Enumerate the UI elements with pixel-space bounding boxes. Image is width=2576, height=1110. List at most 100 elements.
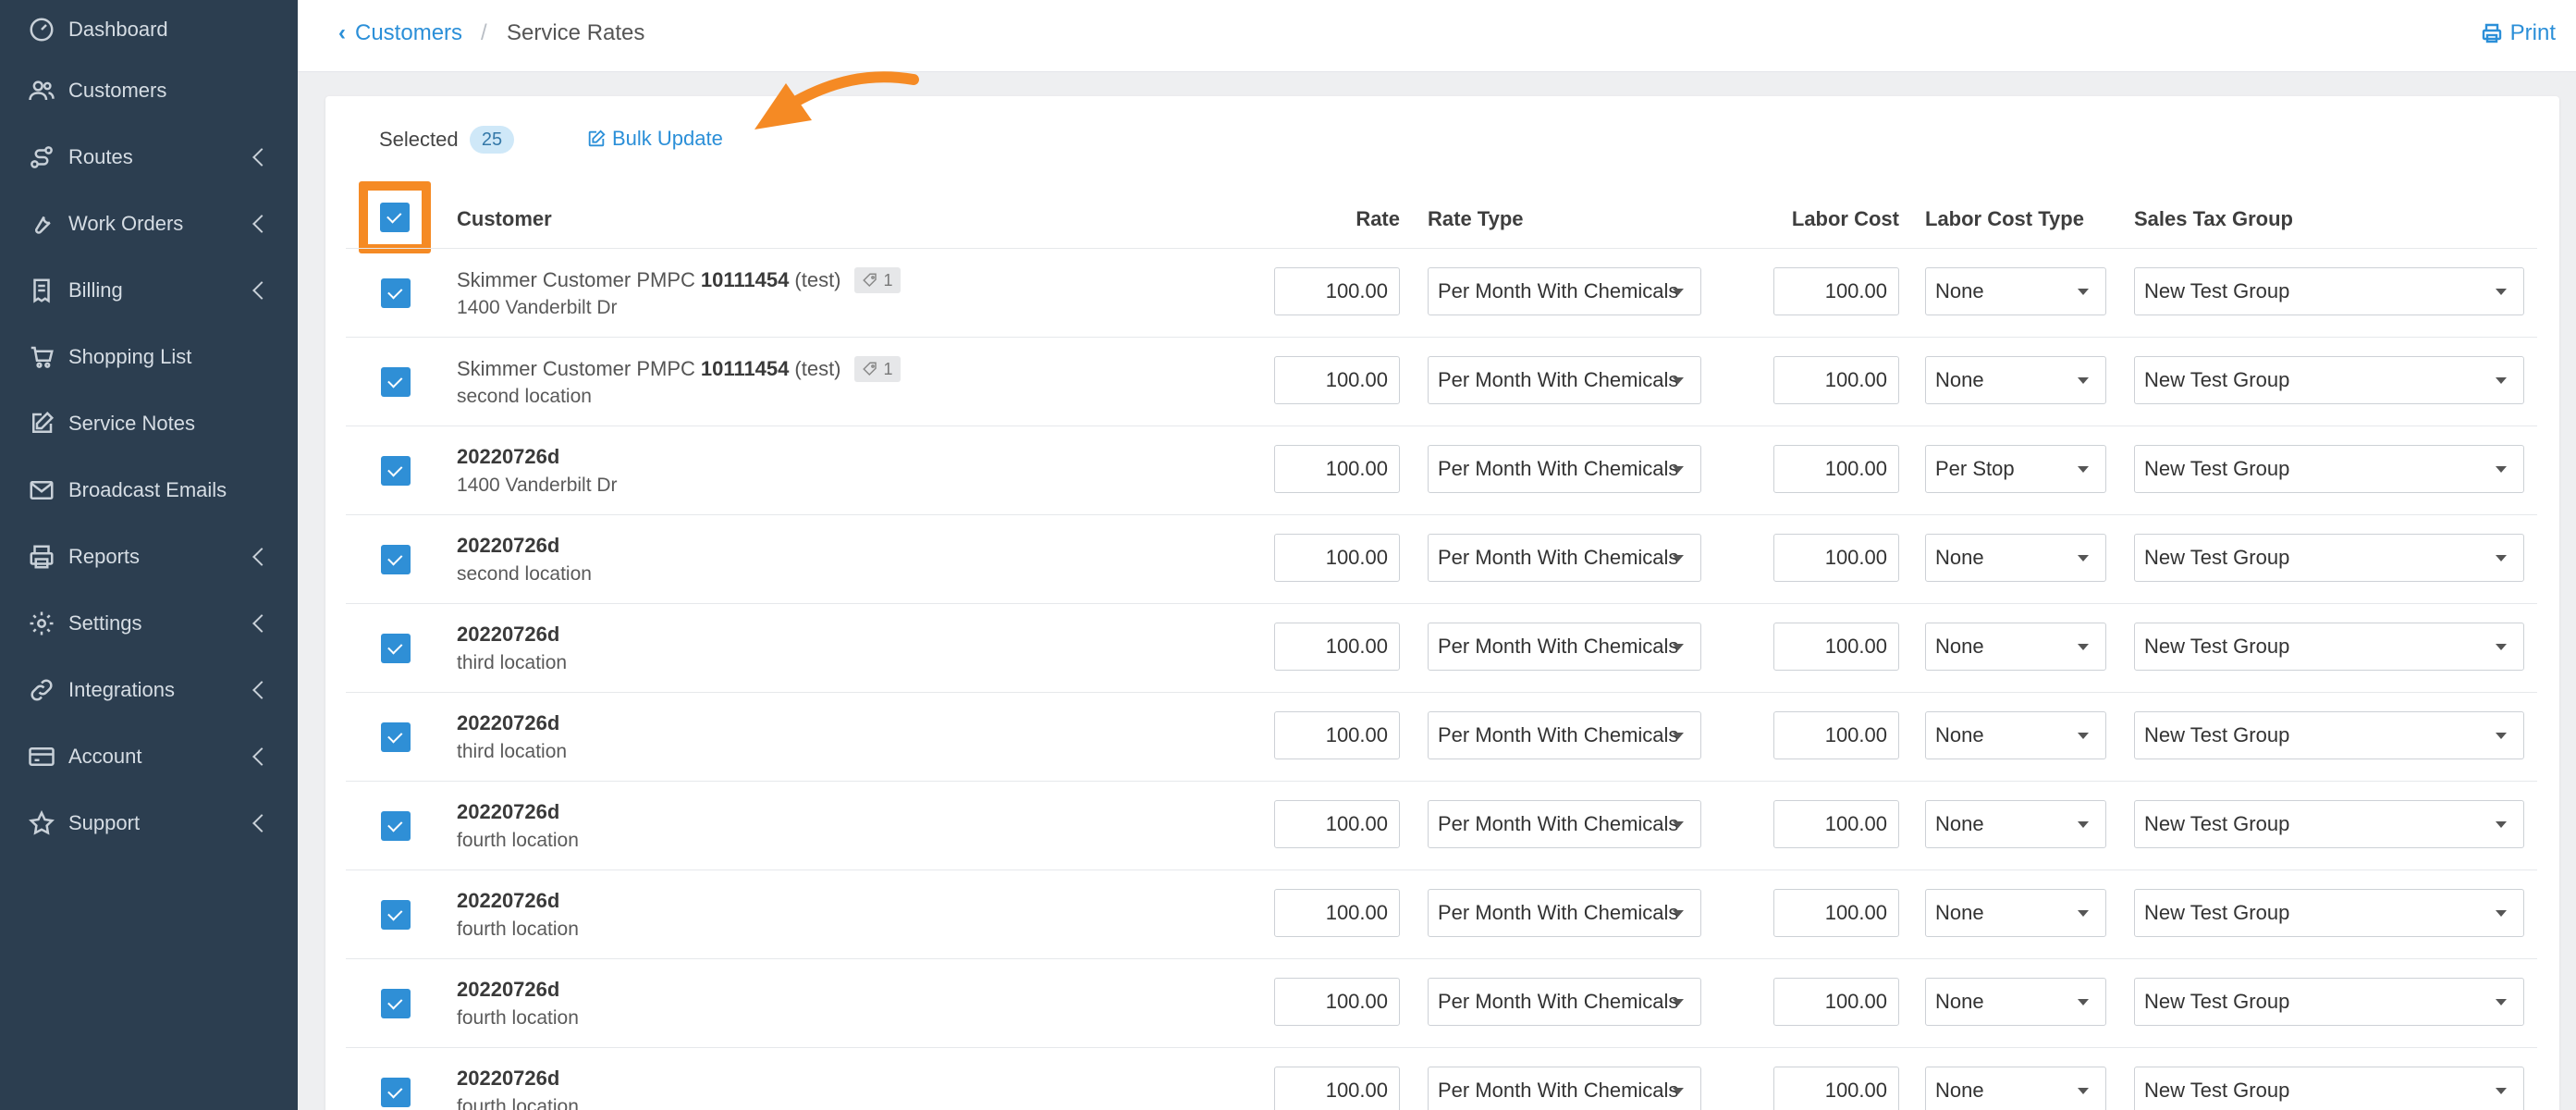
labor-cost-input[interactable]: 100.00 [1773, 1067, 1899, 1110]
rate-input[interactable]: 100.00 [1274, 267, 1400, 315]
rate-input[interactable]: 100.00 [1274, 711, 1400, 759]
sales-tax-group-select[interactable]: New Test Group [2134, 623, 2524, 671]
customer-link[interactable]: 20220726d [457, 800, 559, 824]
rate-type-select[interactable]: Per Month With Chemicals [1428, 978, 1701, 1026]
wrench-icon [26, 208, 57, 240]
sales-tax-group-select[interactable]: New Test Group [2134, 1067, 2524, 1110]
labor-cost-type-select[interactable]: None [1925, 800, 2106, 848]
sales-tax-group-select[interactable]: New Test Group [2134, 889, 2524, 937]
sales-tax-group-select[interactable]: New Test Group [2134, 356, 2524, 404]
sidebar-item-label: Account [68, 745, 142, 768]
print-label: Print [2509, 20, 2556, 45]
sales-tax-group-select[interactable]: New Test Group [2134, 711, 2524, 759]
customer-name-suffix: (test) [794, 357, 841, 380]
rate-input[interactable]: 100.00 [1274, 1067, 1400, 1110]
rate-type-select[interactable]: Per Month With Chemicals [1428, 267, 1701, 315]
sidebar-item-shopping-list[interactable]: Shopping List [0, 324, 298, 390]
labor-cost-type-select[interactable]: None [1925, 623, 2106, 671]
labor-cost-type-select[interactable]: None [1925, 711, 2106, 759]
row-checkbox[interactable] [381, 722, 411, 752]
customer-link[interactable]: 20220726d [457, 711, 559, 735]
rate-type-select[interactable]: Per Month With Chemicals [1428, 534, 1701, 582]
sales-tax-group-select[interactable]: New Test Group [2134, 534, 2524, 582]
labor-cost-type-select[interactable]: None [1925, 267, 2106, 315]
sidebar-item-customers[interactable]: Customers [0, 57, 298, 124]
rate-input[interactable]: 100.00 [1274, 978, 1400, 1026]
print-button[interactable]: Print [2481, 20, 2556, 46]
labor-cost-input[interactable]: 100.00 [1773, 889, 1899, 937]
sidebar-item-work-orders[interactable]: Work Orders [0, 191, 298, 257]
labor-cost-input[interactable]: 100.00 [1773, 800, 1899, 848]
sidebar-item-service-notes[interactable]: Service Notes [0, 390, 298, 457]
sidebar-item-reports[interactable]: Reports [0, 524, 298, 590]
rate-input[interactable]: 100.00 [1274, 445, 1400, 493]
rate-input[interactable]: 100.00 [1274, 534, 1400, 582]
customer-link[interactable]: 20220726d [457, 978, 559, 1002]
labor-cost-input[interactable]: 100.00 [1773, 267, 1899, 315]
rate-input[interactable]: 100.00 [1274, 623, 1400, 671]
sidebar-item-broadcast-emails[interactable]: Broadcast Emails [0, 457, 298, 524]
sidebar-item-label: Reports [68, 545, 141, 568]
rate-type-select[interactable]: Per Month With Chemicals [1428, 889, 1701, 937]
caret-down-icon [2496, 377, 2507, 384]
sales-tax-group-select[interactable]: New Test Group [2134, 800, 2524, 848]
sidebar-item-dashboard[interactable]: Dashboard [0, 0, 298, 63]
rate-input[interactable]: 100.00 [1274, 800, 1400, 848]
rate-type-select[interactable]: Per Month With Chemicals [1428, 800, 1701, 848]
sidebar-item-settings[interactable]: Settings [0, 590, 298, 657]
row-checkbox[interactable] [381, 367, 411, 397]
breadcrumb-back-customers[interactable]: Customers [338, 20, 462, 46]
row-checkbox[interactable] [381, 1078, 411, 1107]
bulk-update-button[interactable]: Bulk Update [586, 127, 723, 151]
sales-tax-group-select[interactable]: New Test Group [2134, 445, 2524, 493]
breadcrumb-separator: / [481, 20, 487, 45]
labor-cost-input[interactable]: 100.00 [1773, 978, 1899, 1026]
row-checkbox[interactable] [381, 456, 411, 486]
caret-down-icon [2496, 466, 2507, 473]
rate-type-select[interactable]: Per Month With Chemicals [1428, 445, 1701, 493]
sales-tax-group-select[interactable]: New Test Group [2134, 267, 2524, 315]
row-checkbox[interactable] [381, 989, 411, 1018]
sales-tax-group-value: New Test Group [2144, 635, 2290, 658]
labor-cost-input[interactable]: 100.00 [1773, 534, 1899, 582]
customer-link[interactable]: 20220726d [457, 623, 559, 647]
rate-input[interactable]: 100.00 [1274, 356, 1400, 404]
labor-cost-type-select[interactable]: None [1925, 356, 2106, 404]
rate-type-select[interactable]: Per Month With Chemicals [1428, 1067, 1701, 1110]
edit-icon [26, 408, 57, 439]
rate-input[interactable]: 100.00 [1274, 889, 1400, 937]
customer-link[interactable]: 20220726d [457, 889, 559, 913]
row-checkbox[interactable] [381, 278, 411, 308]
row-checkbox[interactable] [381, 900, 411, 930]
row-checkbox[interactable] [381, 634, 411, 663]
sales-tax-group-select[interactable]: New Test Group [2134, 978, 2524, 1026]
rate-type-select[interactable]: Per Month With Chemicals [1428, 356, 1701, 404]
customer-link[interactable]: 20220726d [457, 1067, 559, 1091]
sidebar-item-routes[interactable]: Routes [0, 124, 298, 191]
sidebar-item-integrations[interactable]: Integrations [0, 657, 298, 723]
cart-icon [26, 341, 57, 373]
row-checkbox[interactable] [381, 811, 411, 841]
labor-cost-input[interactable]: 100.00 [1773, 711, 1899, 759]
customer-link[interactable]: Skimmer Customer PMPC 10111454 (test) 1 [457, 356, 901, 382]
customer-link[interactable]: Skimmer Customer PMPC 10111454 (test) 1 [457, 267, 901, 293]
labor-cost-type-select[interactable]: None [1925, 1067, 2106, 1110]
caret-down-icon [2078, 644, 2089, 650]
labor-cost-input[interactable]: 100.00 [1773, 445, 1899, 493]
sidebar-item-account[interactable]: Account [0, 723, 298, 790]
select-all-checkbox[interactable] [380, 203, 410, 232]
customer-link[interactable]: 20220726d [457, 445, 559, 469]
labor-cost-type-select[interactable]: None [1925, 978, 2106, 1026]
row-checkbox[interactable] [381, 545, 411, 574]
rate-type-select[interactable]: Per Month With Chemicals [1428, 623, 1701, 671]
rate-type-select[interactable]: Per Month With Chemicals [1428, 711, 1701, 759]
labor-cost-input[interactable]: 100.00 [1773, 356, 1899, 404]
labor-cost-type-select[interactable]: Per Stop [1925, 445, 2106, 493]
labor-cost-type-select[interactable]: None [1925, 889, 2106, 937]
labor-cost-input[interactable]: 100.00 [1773, 623, 1899, 671]
labor-cost-type-select[interactable]: None [1925, 534, 2106, 582]
sidebar-item-billing[interactable]: Billing [0, 257, 298, 324]
customer-link[interactable]: 20220726d [457, 534, 559, 558]
sidebar-item-label: Service Notes [68, 412, 195, 435]
sidebar-item-support[interactable]: Support [0, 790, 298, 857]
